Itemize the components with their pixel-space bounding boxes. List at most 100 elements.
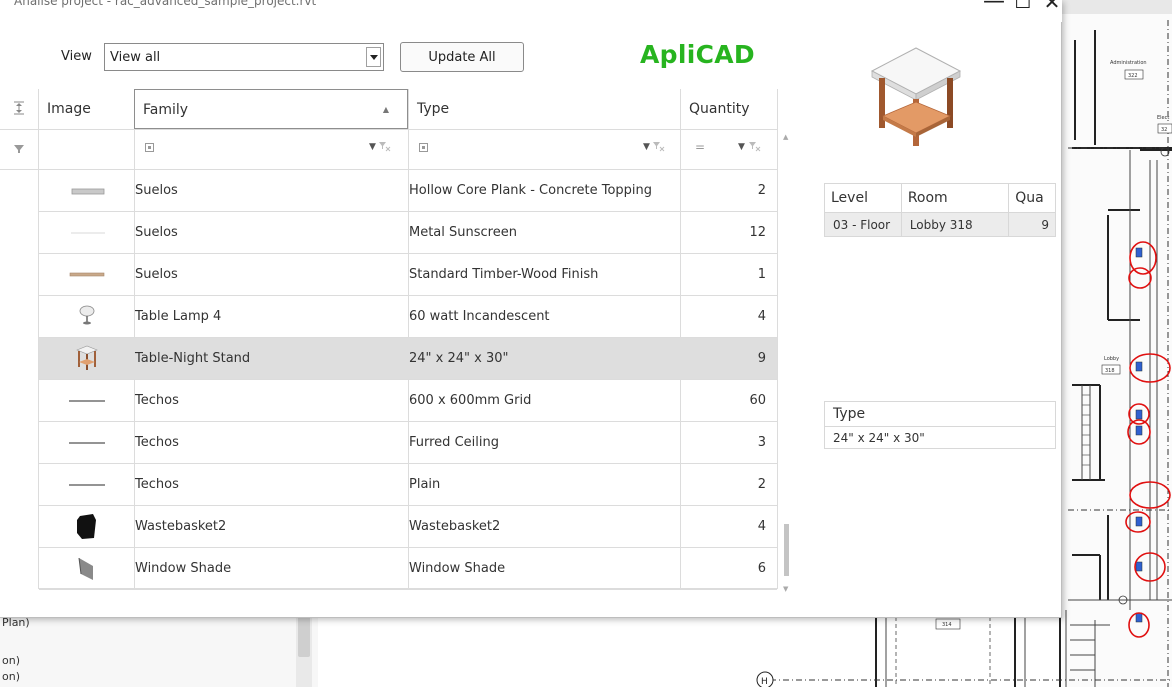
floor-thin-icon xyxy=(39,212,134,253)
column-header-family-label: Family xyxy=(143,102,189,118)
sort-ascending-icon[interactable]: ▲ xyxy=(383,90,389,130)
cell-type: Standard Timber-Wood Finish xyxy=(409,267,599,282)
cell-family: Suelos xyxy=(135,183,178,198)
cell-type: 60 watt Incandescent xyxy=(409,309,550,324)
type-header: Type xyxy=(824,401,1056,427)
cell-type: Furred Ceiling xyxy=(409,435,499,450)
cell-family: Wastebasket2 xyxy=(135,519,227,534)
clear-filter-icon[interactable] xyxy=(379,141,391,155)
night-stand-icon xyxy=(39,338,134,379)
cell-quantity: 2 xyxy=(757,183,766,198)
scroll-down-icon[interactable]: ▼ xyxy=(783,585,788,593)
cell-type: Hollow Core Plank - Concrete Topping xyxy=(409,183,653,198)
type-filter[interactable]: ▼ xyxy=(409,129,680,169)
view-label: View xyxy=(61,49,92,64)
filter-dropdown-icon[interactable]: ▼ xyxy=(738,142,745,152)
clear-filter-icon[interactable] xyxy=(749,141,761,155)
column-header-quantity[interactable]: Quantity xyxy=(681,89,777,129)
cell-quantity: 60 xyxy=(749,393,766,408)
floor-wood-icon xyxy=(39,254,134,295)
filter-operator-icon[interactable] xyxy=(145,143,154,152)
grid-bubble-label: H xyxy=(761,677,768,687)
table-lamp-icon xyxy=(39,296,134,337)
room-number-label: 322 xyxy=(1128,73,1138,79)
cell-family: Suelos xyxy=(135,225,178,240)
column-header-level[interactable]: Level xyxy=(824,183,902,213)
room-number-label: 314 xyxy=(942,622,952,628)
location-row[interactable]: 03 - Floor Lobby 318 9 xyxy=(824,212,1056,237)
family-preview-image xyxy=(870,47,962,146)
table-row[interactable]: Suelos Metal Sunscreen 12 xyxy=(39,212,777,254)
title-bar[interactable]: Analise project - rac_advanced_sample_pr… xyxy=(0,0,1062,22)
view-select[interactable]: View all xyxy=(104,43,384,71)
minimize-button[interactable]: — xyxy=(980,0,1008,17)
filter-row-icon[interactable] xyxy=(0,143,38,157)
maximize-button[interactable]: ☐ xyxy=(1009,0,1037,17)
cell-type: Wastebasket2 xyxy=(409,519,501,534)
cell-quantity: 9 xyxy=(757,351,766,366)
cell-family: Techos xyxy=(135,477,179,492)
cell-family: Window Shade xyxy=(135,561,232,576)
equals-operator-icon[interactable]: = xyxy=(695,140,705,154)
cell-type: Plain xyxy=(409,477,441,492)
table-row[interactable]: Techos 600 x 600mm Grid 60 xyxy=(39,380,777,422)
cell-type: Metal Sunscreen xyxy=(409,225,517,240)
room-number-label: 32 xyxy=(1161,127,1167,133)
cell-quantity: 4 xyxy=(757,519,766,534)
cell-family: Techos xyxy=(135,393,179,408)
table-row[interactable]: Wastebasket2 Wastebasket2 4 xyxy=(39,506,777,548)
room-number-label: 318 xyxy=(1105,368,1115,374)
cell-family: Table Lamp 4 xyxy=(135,309,222,324)
column-header-family[interactable]: Family ▲ xyxy=(134,89,408,129)
column-header-type[interactable]: Type xyxy=(409,89,680,129)
table-row[interactable]: Window Shade Window Shade 6 xyxy=(39,548,777,590)
cell-room: Lobby 318 xyxy=(900,212,1010,237)
type-table: Type 24" x 24" x 30" xyxy=(824,401,1056,449)
scroll-up-icon[interactable]: ▲ xyxy=(783,133,788,141)
family-filter[interactable]: ▼ xyxy=(135,129,407,169)
column-header-qty[interactable]: Qua xyxy=(1008,183,1056,213)
column-header-room[interactable]: Room xyxy=(900,183,1010,213)
room-name-label: Administration xyxy=(1110,60,1147,66)
cell-type: 24" x 24" x 30" xyxy=(409,351,509,366)
scroll-thumb[interactable] xyxy=(784,524,789,576)
cell-type: Window Shade xyxy=(409,561,506,576)
quantity-filter[interactable]: = ▼ xyxy=(681,129,777,169)
window-title: Analise project - rac_advanced_sample_pr… xyxy=(14,0,317,8)
cell-quantity: 12 xyxy=(749,225,766,240)
cell-quantity: 6 xyxy=(757,561,766,576)
grid-scrollbar[interactable]: ▲ ▼ xyxy=(778,129,796,593)
wastebasket-icon xyxy=(39,506,134,547)
families-grid: Image Family ▲ Type Quantity ▼ ▼ = ▼ Sue… xyxy=(0,89,798,593)
screen: Plan) on) on) Administration 322 Elect 3… xyxy=(0,0,1172,687)
analise-project-dialog: Analise project - rac_advanced_sample_pr… xyxy=(0,0,1062,618)
view-select-value: View all xyxy=(110,50,161,65)
column-header-image[interactable]: Image xyxy=(39,89,134,129)
cell-qty: 9 xyxy=(1008,212,1056,237)
cell-family: Table-Night Stand xyxy=(135,351,251,366)
clear-filter-icon[interactable] xyxy=(653,141,665,155)
expand-rows-icon[interactable] xyxy=(0,101,38,118)
filter-dropdown-icon[interactable]: ▼ xyxy=(643,142,650,152)
chevron-down-icon[interactable] xyxy=(366,47,381,67)
cell-quantity: 1 xyxy=(757,267,766,282)
cell-family: Suelos xyxy=(135,267,178,282)
update-all-button[interactable]: Update All xyxy=(400,42,524,72)
close-button[interactable]: ✕ xyxy=(1038,0,1062,17)
cell-type: 600 x 600mm Grid xyxy=(409,393,532,408)
filter-dropdown-icon[interactable]: ▼ xyxy=(369,142,376,152)
table-row[interactable]: Suelos Hollow Core Plank - Concrete Topp… xyxy=(39,170,777,212)
table-row-selected[interactable]: Table-Night Stand 24" x 24" x 30" 9 xyxy=(39,338,777,380)
room-name-label: Elect xyxy=(1157,115,1169,121)
room-name-label: Lobby xyxy=(1104,356,1119,362)
cell-quantity: 4 xyxy=(757,309,766,324)
table-row[interactable]: Techos Plain 2 xyxy=(39,464,777,506)
ceiling-line-icon xyxy=(39,380,134,421)
table-row[interactable]: Techos Furred Ceiling 3 xyxy=(39,422,777,464)
type-value: 24" x 24" x 30" xyxy=(824,426,1056,449)
location-table: Level Room Qua 03 - Floor Lobby 318 9 xyxy=(824,183,1056,237)
filter-operator-icon[interactable] xyxy=(419,143,428,152)
cell-quantity: 2 xyxy=(757,477,766,492)
table-row[interactable]: Suelos Standard Timber-Wood Finish 1 xyxy=(39,254,777,296)
table-row[interactable]: Table Lamp 4 60 watt Incandescent 4 xyxy=(39,296,777,338)
